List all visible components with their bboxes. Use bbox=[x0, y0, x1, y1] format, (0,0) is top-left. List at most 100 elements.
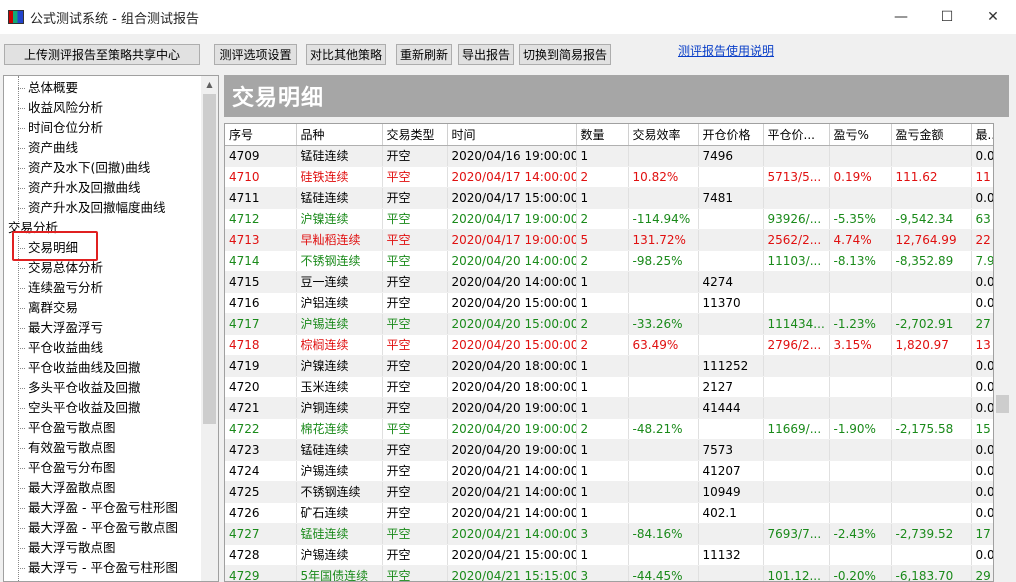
column-header[interactable]: 序号 bbox=[225, 124, 297, 146]
tree-item[interactable]: 平仓盈亏分布图 bbox=[18, 458, 116, 478]
table-cell: 27 bbox=[971, 313, 993, 335]
trade-detail-table[interactable]: 序号品种交易类型时间数量交易效率开仓价格平仓价...盈亏%盈亏金额最... 47… bbox=[224, 123, 994, 582]
tree-item[interactable]: 最大浮亏 - 平仓盈亏柱形图 bbox=[18, 558, 178, 578]
tree-item[interactable]: 有效盈亏散点图 bbox=[18, 438, 116, 458]
close-button[interactable]: ✕ bbox=[970, 0, 1016, 34]
table-row[interactable]: 4717 沪锡连续 平空 2020/04/20 15:00:00 2 -33.26% 111… bbox=[225, 313, 993, 335]
table-row[interactable]: 4711 锰硅连续 开空 2020/04/17 15:00:00 1 7481 0.0 bbox=[225, 187, 993, 209]
table-row[interactable]: 4719 沪镍连续 开空 2020/04/20 18:00:00 1 111252 0.0 bbox=[225, 355, 993, 377]
tree-item[interactable]: 资产升水及回撤幅度曲线 bbox=[18, 198, 166, 218]
scrollbar-thumb[interactable] bbox=[203, 94, 216, 424]
column-header[interactable]: 交易效率 bbox=[628, 124, 699, 146]
minimize-button[interactable]: — bbox=[878, 0, 924, 34]
tree-item[interactable]: 平仓盈亏散点图 bbox=[18, 418, 116, 438]
table-cell: 2 bbox=[576, 208, 629, 230]
table-row[interactable]: 4713 早籼稻连续 平空 2020/04/17 19:00:00 5 131.72% 25… bbox=[225, 229, 993, 251]
compare-strategy-button[interactable]: 对比其他策略 bbox=[306, 44, 386, 65]
tree-item[interactable]: 资产及水下(回撤)曲线 bbox=[17, 158, 150, 178]
table-cell: 2020/04/20 15:00:00 bbox=[447, 313, 577, 335]
table-cell: 22 bbox=[971, 229, 993, 251]
upload-report-button[interactable]: 上传测评报告至策略共享中心 bbox=[4, 44, 200, 65]
tree-item[interactable]: 连续盈亏分析 bbox=[17, 278, 103, 298]
maximize-button[interactable]: ☐ bbox=[924, 0, 970, 34]
table-cell: 3 bbox=[576, 523, 629, 545]
scroll-up-arrow-icon[interactable]: ▲ bbox=[201, 76, 218, 93]
tree-item[interactable]: 最大浮盈 - 平仓盈亏散点图 bbox=[18, 518, 178, 538]
export-report-button[interactable]: 导出报告 bbox=[458, 44, 514, 65]
table-row[interactable]: 4728 沪锡连续 开空 2020/04/21 15:00:00 1 11132 0.0 bbox=[225, 544, 993, 566]
table-cell: 1 bbox=[576, 145, 629, 167]
tree-item[interactable]: 最大浮盈浮亏 bbox=[17, 318, 103, 338]
table-cell bbox=[628, 397, 699, 419]
tree-item[interactable]: 最大浮盈散点图 bbox=[18, 478, 116, 498]
table-row[interactable]: 4721 沪铜连续 开空 2020/04/20 19:00:00 1 41444 0.0 bbox=[225, 397, 993, 419]
table-row[interactable]: 4716 沪铝连续 开空 2020/04/20 15:00:00 1 11370 0.0 bbox=[225, 292, 993, 314]
table-cell: 7693/7... bbox=[763, 523, 830, 545]
column-header[interactable]: 开仓价格 bbox=[698, 124, 764, 146]
report-help-link[interactable]: 测评报告使用说明 bbox=[678, 42, 774, 59]
table-row[interactable]: 4725 不锈钢连续 开空 2020/04/21 14:00:00 1 10949 0.0 bbox=[225, 481, 993, 503]
table-row[interactable]: 4709 锰硅连续 开空 2020/04/16 19:00:00 1 7496 0.0 bbox=[225, 145, 993, 167]
tree-item[interactable]: 资产曲线 bbox=[17, 138, 78, 158]
refresh-button[interactable]: 重新刷新 bbox=[396, 44, 452, 65]
table-cell: 玉米连续 bbox=[296, 376, 383, 398]
column-header[interactable]: 最... bbox=[971, 124, 993, 146]
tree-item[interactable]: 资产升水及回撤曲线 bbox=[18, 178, 141, 198]
tree-item[interactable]: 平仓收益曲线 bbox=[17, 338, 103, 358]
table-row[interactable]: 4714 不锈钢连续 平空 2020/04/20 14:00:00 2 -98.25% 11… bbox=[225, 250, 993, 272]
table-cell: -1.23% bbox=[829, 313, 892, 335]
scrollbar-thumb[interactable] bbox=[996, 395, 1009, 413]
table-cell: 硅铁连续 bbox=[296, 166, 383, 188]
tree-item[interactable]: 多头平仓收益及回撤 bbox=[18, 378, 141, 398]
table-scrollbar[interactable] bbox=[994, 123, 1011, 582]
table-cell: 开空 bbox=[382, 271, 448, 293]
column-header[interactable]: 盈亏金额 bbox=[891, 124, 972, 146]
tree-item[interactable]: 离群交易 bbox=[17, 298, 78, 318]
column-header[interactable]: 时间 bbox=[447, 124, 577, 146]
table-row[interactable]: 4729 5年国债连续 平空 2020/04/21 15:15:00 3 -44.45% 1… bbox=[225, 565, 993, 581]
column-header[interactable]: 盈亏% bbox=[829, 124, 892, 146]
tree-item[interactable]: 空头平仓收益及回撤 bbox=[18, 398, 141, 418]
table-cell: 不锈钢连续 bbox=[296, 481, 383, 503]
table-cell: 101.12... bbox=[763, 565, 830, 581]
table-row[interactable]: 4720 玉米连续 开空 2020/04/20 18:00:00 1 2127 0.0 bbox=[225, 376, 993, 398]
table-cell: -1.90% bbox=[829, 418, 892, 440]
table-cell: 4729 bbox=[225, 565, 297, 581]
table-cell: 7481 bbox=[698, 187, 764, 209]
column-header[interactable]: 数量 bbox=[576, 124, 629, 146]
table-row[interactable]: 4718 棕榈连续 平空 2020/04/20 15:00:00 2 63.49% 2796… bbox=[225, 334, 993, 356]
tree-item[interactable]: 收益风险分析 bbox=[17, 98, 103, 118]
tree-item[interactable]: 最大浮亏散点图 bbox=[18, 538, 116, 558]
table-cell: 棉花连续 bbox=[296, 418, 383, 440]
table-row[interactable]: 4715 豆一连续 开空 2020/04/20 14:00:00 1 4274 0.0 bbox=[225, 271, 993, 293]
column-header[interactable]: 交易类型 bbox=[382, 124, 448, 146]
table-row[interactable]: 4723 锰硅连续 开空 2020/04/20 19:00:00 1 7573 0.0 bbox=[225, 439, 993, 461]
table-row[interactable]: 4726 矿石连续 开空 2020/04/21 14:00:00 1 402.1 0.0 bbox=[225, 502, 993, 524]
column-header[interactable]: 平仓价... bbox=[763, 124, 830, 146]
tree-item[interactable]: 平仓收益曲线及回撤 bbox=[18, 358, 141, 378]
table-cell: 开空 bbox=[382, 355, 448, 377]
table-row[interactable]: 4722 棉花连续 平空 2020/04/20 19:00:00 2 -48.21% 116… bbox=[225, 418, 993, 440]
table-row[interactable]: 4710 硅铁连续 平空 2020/04/17 14:00:00 2 10.82% 5713… bbox=[225, 166, 993, 188]
table-row[interactable]: 4712 沪镍连续 平空 2020/04/17 19:00:00 2 -114.94% 93… bbox=[225, 208, 993, 230]
table-cell: 11103/... bbox=[763, 250, 830, 272]
table-cell: 0.0 bbox=[971, 460, 993, 482]
table-cell bbox=[891, 376, 972, 398]
table-row[interactable]: 4727 锰硅连续 平空 2020/04/21 14:00:00 3 -84.16% 769… bbox=[225, 523, 993, 545]
tree-item[interactable]: 时间仓位分析 bbox=[17, 118, 103, 138]
table-cell: 2020/04/21 14:00:00 bbox=[447, 502, 577, 524]
tree-item[interactable]: 最大浮亏 - 平仓盈亏散点图 bbox=[28, 578, 178, 581]
column-header[interactable]: 品种 bbox=[296, 124, 383, 146]
tree-item[interactable]: 总体概要 bbox=[17, 78, 78, 98]
table-row[interactable]: 4724 沪锡连续 开空 2020/04/21 14:00:00 1 41207 0.0 bbox=[225, 460, 993, 482]
table-cell: 1 bbox=[576, 481, 629, 503]
table-cell: 11132 bbox=[698, 544, 764, 566]
test-options-button[interactable]: 测评选项设置 bbox=[214, 44, 297, 65]
tree-item[interactable]: 交易总体分析 bbox=[17, 258, 103, 278]
table-header: 序号品种交易类型时间数量交易效率开仓价格平仓价...盈亏%盈亏金额最... bbox=[225, 124, 993, 146]
sidebar-scrollbar[interactable]: ▲ bbox=[201, 76, 218, 581]
table-cell: 4721 bbox=[225, 397, 297, 419]
switch-simple-report-button[interactable]: 切换到简易报告 bbox=[519, 44, 611, 65]
tree-item[interactable]: 最大浮盈 - 平仓盈亏柱形图 bbox=[18, 498, 178, 518]
table-cell bbox=[891, 481, 972, 503]
